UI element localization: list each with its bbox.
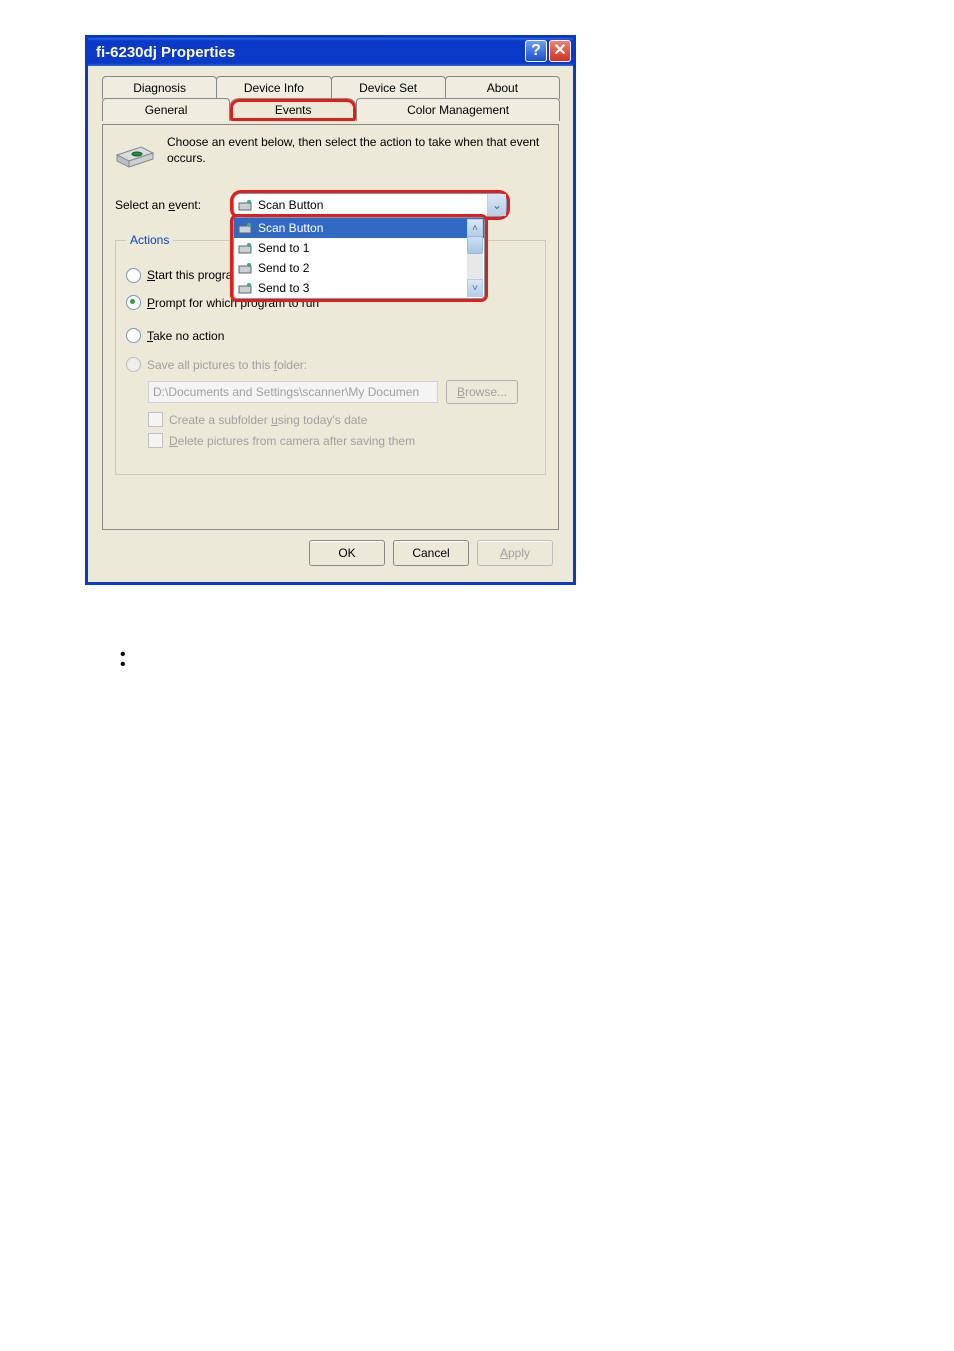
tab-events[interactable]: Events [229,98,357,121]
scanner-small-icon [238,280,254,296]
tab-about[interactable]: About [445,76,560,99]
ok-button[interactable]: OK [309,540,385,566]
description-text: Choose an event below, then select the a… [167,135,546,166]
tab-general[interactable]: General [102,98,230,121]
chevron-down-icon[interactable]: ⌄ [487,194,506,216]
tab-device-info[interactable]: Device Info [216,76,331,99]
bullet-list: •• [120,650,126,669]
select-event-label: Select an event: [115,198,233,212]
scanner-small-icon [238,197,254,213]
tab-device-set[interactable]: Device Set [331,76,446,99]
radio-take-no-action[interactable]: Take no action [126,328,533,343]
titlebar[interactable]: fi-6230dj Properties ? ✕ [88,38,573,66]
tab-content: Choose an event below, then select the a… [102,124,559,530]
dropdown-scrollbar[interactable]: ˄ ˅ [467,219,483,297]
folder-path-input: D:\Documents and Settings\scanner\My Doc… [148,381,438,403]
radio-save-pictures: Save all pictures to this folder: [126,357,533,372]
scanner-small-icon [238,220,254,236]
scroll-thumb[interactable] [467,236,483,254]
actions-legend: Actions [126,233,173,247]
apply-button: Apply [477,540,553,566]
checkbox-delete-pictures: Delete pictures from camera after saving… [148,433,533,448]
dropdown-item-send-to-2[interactable]: Send to 2 [234,258,484,278]
tab-diagnosis[interactable]: Diagnosis [102,76,217,99]
event-dropdown-list[interactable]: Scan Button Send to 1 Send to 2 Sen [233,217,485,299]
cancel-button[interactable]: Cancel [393,540,469,566]
help-button[interactable]: ? [525,40,547,62]
tab-strip: Diagnosis Device Info Device Set About G… [102,76,559,121]
checkbox-icon [148,433,163,448]
dropdown-item-send-to-1[interactable]: Send to 1 [234,238,484,258]
properties-dialog: fi-6230dj Properties ? ✕ Diagnosis Devic… [85,35,576,585]
scanner-icon [115,135,155,169]
event-combobox-value: Scan Button [258,198,323,212]
checkbox-icon [148,412,163,427]
dialog-footer: OK Cancel Apply [102,530,559,570]
checkbox-create-subfolder: Create a subfolder using today's date [148,412,533,427]
scanner-small-icon [238,260,254,276]
radio-icon [126,295,141,310]
browse-button: Browse... [446,380,518,404]
scanner-small-icon [238,240,254,256]
dropdown-item-send-to-3[interactable]: Send to 3 [234,278,484,298]
close-button[interactable]: ✕ [549,40,571,62]
radio-icon [126,328,141,343]
radio-icon [126,268,141,283]
scroll-down-icon[interactable]: ˅ [467,279,483,297]
event-combobox[interactable]: Scan Button ⌄ [233,193,507,217]
window-title: fi-6230dj Properties [96,44,235,61]
radio-icon [126,357,141,372]
tab-color-management[interactable]: Color Management [356,98,560,121]
dropdown-item-scan-button[interactable]: Scan Button [234,218,484,238]
scroll-up-icon[interactable]: ˄ [467,219,483,237]
